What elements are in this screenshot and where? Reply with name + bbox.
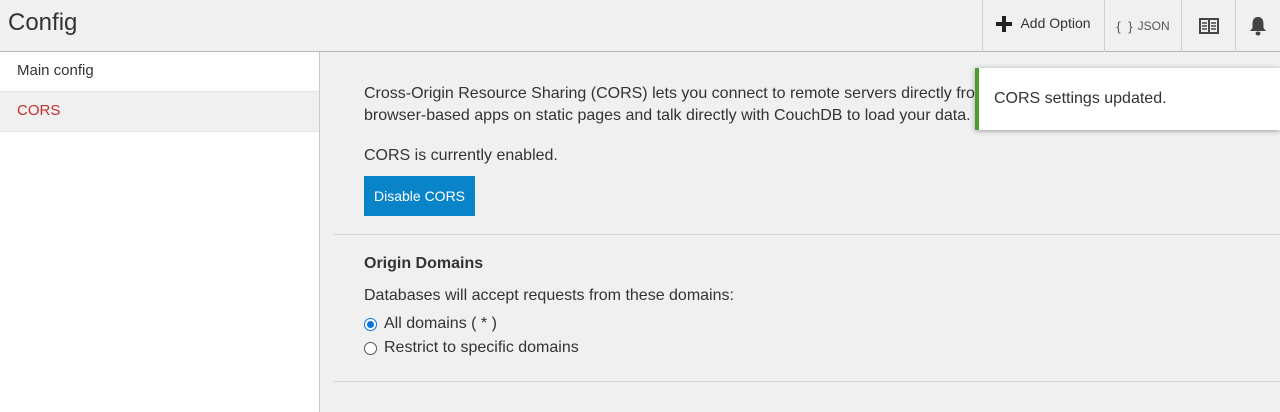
json-button[interactable]: { } JSON (1104, 0, 1181, 52)
sidebar: Main config CORS (0, 52, 320, 412)
cors-status-text: CORS is currently enabled. (364, 147, 558, 164)
sidebar-item-label: CORS (17, 102, 61, 119)
section-divider (334, 381, 1280, 382)
cors-intro-text: Cross-Origin Resource Sharing (CORS) let… (364, 85, 989, 102)
add-option-button[interactable]: Add Option (982, 0, 1104, 52)
cors-intro-text-continued: browser-based apps on static pages and t… (364, 107, 971, 124)
disable-cors-button[interactable]: Disable CORS (364, 176, 475, 216)
origin-domains-description: Databases will accept requests from thes… (364, 287, 734, 304)
sidebar-item-label: Main config (17, 62, 94, 79)
page-title: Config (8, 9, 78, 36)
json-label: JSON (1137, 19, 1170, 33)
all-domains-radio[interactable] (364, 317, 377, 331)
header-bar: Config Add Option { } JSON (0, 0, 1280, 52)
bell-icon (1250, 17, 1266, 36)
origin-domains-heading: Origin Domains (364, 255, 484, 272)
section-divider (334, 234, 1280, 235)
all-domains-label: All domains ( * ) (384, 315, 497, 332)
restrict-domains-radio[interactable] (364, 341, 377, 355)
notification-message: CORS settings updated. (994, 90, 1167, 107)
sidebar-item-cors[interactable]: CORS (0, 92, 319, 132)
notifications-button[interactable] (1235, 0, 1280, 52)
add-option-label: Add Option (1020, 15, 1091, 31)
all-domains-option[interactable]: All domains ( * ) (364, 315, 497, 333)
json-braces-icon: { } (1116, 18, 1135, 34)
restrict-domains-option[interactable]: Restrict to specific domains (364, 339, 579, 357)
plus-icon (996, 16, 1013, 32)
documentation-button[interactable] (1181, 0, 1235, 52)
restrict-domains-label: Restrict to specific domains (384, 339, 579, 356)
book-icon (1198, 18, 1219, 35)
notification-toast[interactable]: CORS settings updated. (975, 68, 1280, 130)
sidebar-item-main-config[interactable]: Main config (0, 52, 319, 92)
